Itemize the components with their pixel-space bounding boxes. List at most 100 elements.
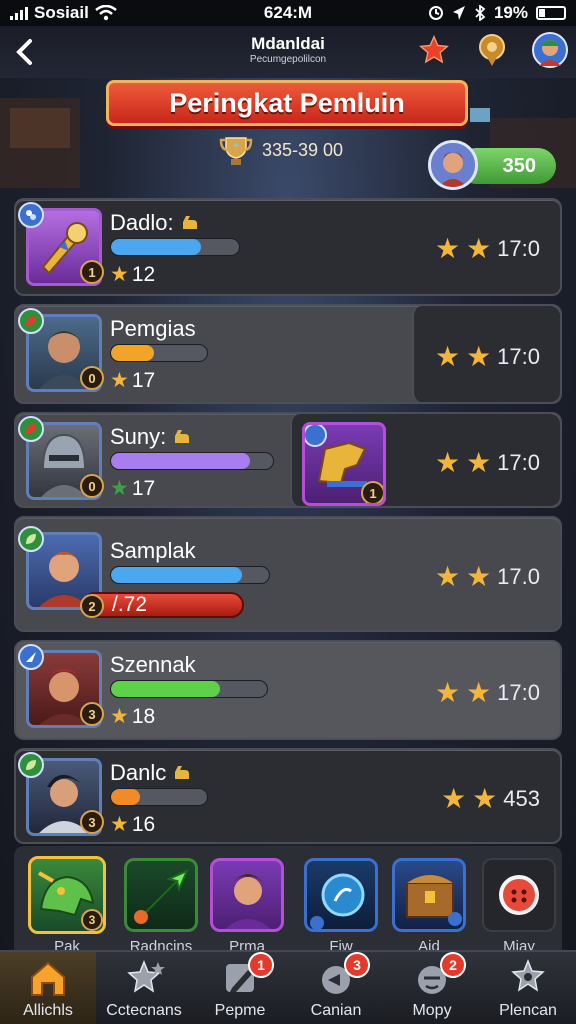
score-value: 17:0 xyxy=(497,235,540,261)
tab-label: Pepme xyxy=(214,1002,266,1019)
rank-stars: ★ 16 xyxy=(110,812,155,837)
gold-star-icon: ★ xyxy=(472,783,498,814)
tray-slot[interactable] xyxy=(392,858,466,932)
star-count: 16 xyxy=(131,812,156,836)
progress-bar xyxy=(110,344,208,362)
gold-star-icon: ★ xyxy=(466,677,492,708)
leaderboard-banner: Peringkat Pemluin xyxy=(106,80,468,126)
progress-bar xyxy=(110,238,240,256)
ranking-row[interactable]: 1 Dadlo: ★ 12 ★ ★ 17:0 xyxy=(14,198,562,296)
score-value: 17:0 xyxy=(497,343,540,369)
progress-bar xyxy=(110,566,270,584)
gold-star-icon: ★ xyxy=(434,561,461,592)
score-value: 17:0 xyxy=(497,679,540,705)
progress-bar xyxy=(110,680,268,698)
gold-star-icon: ★ xyxy=(434,233,461,264)
player-points-pill[interactable]: 350 xyxy=(428,140,558,190)
gold-star-icon: ★ xyxy=(434,341,461,372)
carrier-label: Sosiail xyxy=(34,3,89,22)
class-tag-icon xyxy=(18,644,44,670)
season-score-value: 335-39 00 xyxy=(262,139,344,160)
tray-slot[interactable] xyxy=(304,858,378,932)
progress-fill xyxy=(111,789,140,805)
power-bar: /.72 xyxy=(82,592,244,618)
score-cell: ★ ★ 17:0 xyxy=(435,676,540,709)
tab-home[interactable]: Allichls xyxy=(0,952,96,1024)
gold-star-icon: ★ xyxy=(434,447,461,478)
location-icon xyxy=(452,6,465,20)
ranking-row[interactable]: 3 Danlc ★ 16 ★ ★ 453 xyxy=(14,748,562,844)
tab-plan[interactable]: Plencan xyxy=(480,952,576,1024)
progress-fill xyxy=(111,567,243,583)
button-icon xyxy=(499,875,539,915)
ranking-row[interactable]: Samplak /.72 2 ★ ★ 17.0 xyxy=(14,516,562,632)
player-name: Pemgias xyxy=(110,316,196,341)
tab-collections[interactable]: Cctecnans xyxy=(96,952,192,1024)
progress-fill xyxy=(111,681,221,697)
tray-slot[interactable] xyxy=(124,858,198,932)
tray-slot[interactable] xyxy=(210,858,284,932)
ranking-row[interactable]: 3 Szennak ★ 18 ★ ★ 17:0 xyxy=(14,640,562,740)
home-icon xyxy=(31,961,65,996)
avatar-icon xyxy=(532,32,568,68)
rank-stars: ★ 18 xyxy=(110,704,155,729)
player-name: Dadlo: xyxy=(110,210,174,235)
score-value: 17:0 xyxy=(497,449,540,475)
profile-avatar[interactable] xyxy=(532,32,568,68)
tab-social[interactable]: 2 Mopy xyxy=(384,952,480,1024)
bluetooth-icon xyxy=(475,5,486,21)
badge-star-icon xyxy=(511,958,545,992)
trophy-icon xyxy=(219,137,253,165)
tab-label: Cctecnans xyxy=(106,1002,182,1019)
hero-level-badge: 0 xyxy=(80,366,104,390)
player-name: Samplak xyxy=(110,538,196,563)
ranking-row[interactable]: 0 Suny: ★ 17 1 ★ ★ 17:0 xyxy=(14,412,562,508)
reward-item[interactable]: 1 xyxy=(302,422,386,506)
achievement-button[interactable] xyxy=(474,32,510,68)
season-score: 335-39 00 xyxy=(218,132,343,168)
class-tag-icon xyxy=(18,526,44,552)
star-count: 17 xyxy=(131,476,156,500)
progress-bar xyxy=(110,788,208,806)
star-count: 18 xyxy=(131,704,156,728)
progress-fill xyxy=(111,345,155,361)
ranking-row[interactable]: 0 Pemgias ★ 17 ★ ★ 17:0 xyxy=(14,304,562,404)
star-icon xyxy=(419,35,449,64)
player-name: Suny: xyxy=(110,424,167,449)
gold-star-icon: ★ xyxy=(441,783,467,814)
small-star-icon: ★ xyxy=(110,263,129,286)
star-count: 17 xyxy=(131,368,156,392)
score-value: 453 xyxy=(503,785,540,811)
star-group-icon xyxy=(127,959,165,993)
progress-bar xyxy=(110,452,274,470)
battery-percent: 19% xyxy=(493,3,528,22)
class-tag-icon xyxy=(18,308,44,334)
class-tag-icon xyxy=(18,752,44,778)
tab-pen[interactable]: 1 Pepme xyxy=(192,952,288,1024)
tray-slot[interactable] xyxy=(482,858,556,932)
score-value: 17.0 xyxy=(497,563,540,589)
score-cell: ★ ★ 17.0 xyxy=(435,560,540,593)
fist-icon xyxy=(182,216,197,229)
hero-level-badge: 3 xyxy=(80,810,104,834)
class-tag-icon xyxy=(18,202,44,228)
rank-stars: ★ 17 xyxy=(110,368,155,393)
progress-fill xyxy=(111,239,201,255)
signal-icon xyxy=(10,6,28,20)
arrow-icon xyxy=(134,869,189,924)
gold-star-icon: ★ xyxy=(466,561,492,592)
power-value: /.72 xyxy=(112,593,148,616)
hero-level-badge: 1 xyxy=(80,260,104,284)
tray-slot[interactable]: 3 xyxy=(28,856,106,934)
rank-stars: ★ 17 xyxy=(110,476,155,501)
player-points: 350 xyxy=(502,154,536,177)
small-star-icon: ★ xyxy=(110,369,129,392)
favorite-button[interactable] xyxy=(416,32,452,68)
tab-announcements[interactable]: 3 Canian xyxy=(288,952,384,1024)
fist-icon xyxy=(175,766,190,779)
orb-icon xyxy=(310,873,365,929)
star-count: 12 xyxy=(131,262,156,286)
music-tag-icon xyxy=(305,425,327,447)
small-star-icon: ★ xyxy=(110,813,129,836)
status-bar: Sosiail 624:M 19% xyxy=(0,0,576,26)
